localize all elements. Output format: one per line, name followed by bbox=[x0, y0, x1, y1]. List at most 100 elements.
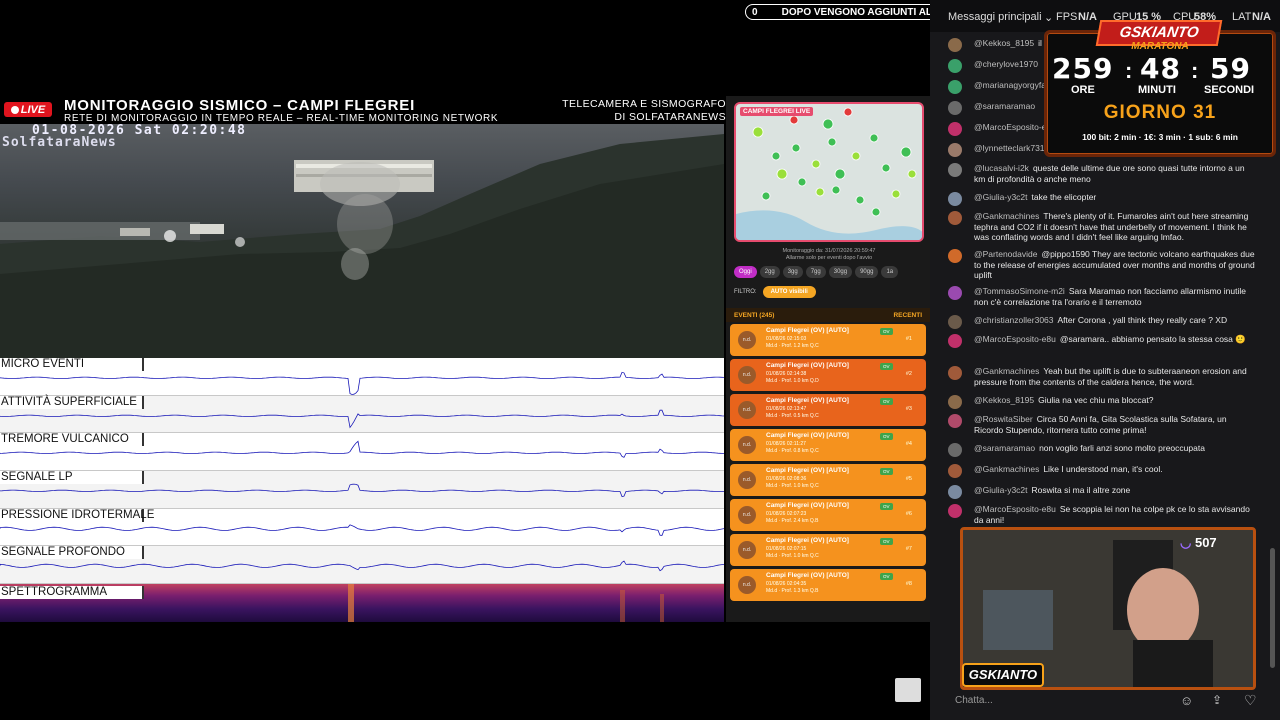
event-card[interactable]: n.d. Campi Flegrei (OV) [AUTO] 01/08/26 02… bbox=[730, 534, 926, 566]
avatar[interactable] bbox=[948, 443, 962, 457]
time-range-chip[interactable]: 90gg bbox=[855, 266, 879, 278]
epicenter-marker[interactable] bbox=[851, 151, 861, 161]
avatar[interactable] bbox=[948, 38, 962, 52]
avatar[interactable] bbox=[948, 315, 962, 329]
chat-mode-dropdown[interactable]: Messaggi principali bbox=[948, 11, 1042, 23]
chat-username[interactable]: @Partenodavide bbox=[974, 249, 1037, 259]
ov-badge: OV bbox=[880, 503, 893, 510]
epicenter-marker[interactable] bbox=[815, 187, 825, 197]
chat-username[interactable]: @Gankmachines bbox=[974, 464, 1039, 474]
epicenter-marker[interactable] bbox=[855, 195, 865, 205]
avatar[interactable] bbox=[948, 485, 962, 499]
chat-message: @Gankmachines Yeah but the uplift is due … bbox=[948, 366, 1258, 387]
epicenter-marker[interactable] bbox=[822, 118, 834, 130]
epicenter-marker[interactable] bbox=[843, 107, 853, 117]
event-card[interactable]: n.d. Campi Flegrei (OV) [AUTO] 01/08/26 02… bbox=[730, 359, 926, 391]
chat-text: Giulia na vec chiu ma bloccat? bbox=[1038, 395, 1154, 405]
chat-username[interactable]: @RoswitaSiber bbox=[974, 414, 1033, 424]
event-title: Campi Flegrei (OV) [AUTO] bbox=[766, 362, 849, 369]
chat-username[interactable]: @saramaramao bbox=[974, 101, 1035, 111]
chat-username[interactable]: @MarcoEsposito-e8u bbox=[974, 334, 1056, 344]
avatar[interactable] bbox=[948, 143, 962, 157]
event-card[interactable]: n.d. Campi Flegrei (OV) [AUTO] 01/08/26 02… bbox=[730, 324, 926, 356]
auto-visible-button[interactable]: AUTO visibili bbox=[762, 286, 816, 298]
time-range-chip[interactable]: 3gg bbox=[782, 266, 803, 278]
epicenter-marker[interactable] bbox=[831, 185, 841, 195]
chat-username[interactable]: @MarcoEsposito-e8u bbox=[974, 504, 1056, 514]
magnitude-icon: n.d. bbox=[738, 331, 756, 349]
chevron-down-icon[interactable]: ⌄ bbox=[1044, 11, 1053, 24]
chat-username[interactable]: @Kekkos_8195 bbox=[974, 395, 1034, 405]
epicenter-marker[interactable] bbox=[771, 151, 781, 161]
epicenter-marker[interactable] bbox=[881, 163, 891, 173]
chat-username[interactable]: @Gankmachines bbox=[974, 366, 1039, 376]
avatar[interactable] bbox=[948, 59, 962, 73]
avatar[interactable] bbox=[948, 366, 962, 380]
time-range-chip[interactable]: 7gg bbox=[805, 266, 826, 278]
chat-username[interactable]: @Kekkos_8195 bbox=[974, 38, 1034, 48]
time-range-chip[interactable]: 30gg bbox=[828, 266, 853, 278]
avatar[interactable] bbox=[948, 101, 962, 115]
avatar[interactable] bbox=[948, 211, 962, 225]
chat-username[interactable]: @saramaramao bbox=[974, 443, 1035, 453]
epicenter-marker[interactable] bbox=[869, 133, 879, 143]
event-card[interactable]: n.d. Campi Flegrei (OV) [AUTO] 01/08/26 02… bbox=[730, 464, 926, 496]
magnitude-icon: n.d. bbox=[738, 576, 756, 594]
epicenter-marker[interactable] bbox=[891, 189, 901, 199]
epicenter-marker[interactable] bbox=[797, 177, 807, 187]
chat-username[interactable]: @TommasoSimone-m2i bbox=[974, 286, 1065, 296]
chat-username[interactable]: @lynnetteclark731 bbox=[974, 143, 1045, 153]
time-range-chip[interactable]: 2gg bbox=[759, 266, 780, 278]
recent-sort-button[interactable]: RECENTI bbox=[893, 312, 922, 319]
epicenter-marker[interactable] bbox=[827, 137, 837, 147]
avatar[interactable] bbox=[948, 122, 962, 136]
event-card[interactable]: n.d. Campi Flegrei (OV) [AUTO] 01/08/26 02… bbox=[730, 499, 926, 531]
epicenter-marker[interactable] bbox=[776, 168, 788, 180]
epicenter-marker[interactable] bbox=[789, 115, 799, 125]
avatar[interactable] bbox=[948, 395, 962, 409]
map-note-line1: Monitoraggio da: 31/07/2026 20:59:47 bbox=[782, 248, 876, 254]
avatar[interactable] bbox=[948, 80, 962, 94]
time-range-chip[interactable]: 1a bbox=[881, 266, 899, 278]
epicenter-marker[interactable] bbox=[834, 168, 846, 180]
event-number: #5 bbox=[905, 476, 912, 482]
time-range-chip[interactable]: Oggi bbox=[734, 266, 757, 278]
event-card[interactable]: n.d. Campi Flegrei (OV) [AUTO] 01/08/26 02… bbox=[730, 429, 926, 461]
event-title: Campi Flegrei (OV) [AUTO] bbox=[766, 432, 849, 439]
epicenter-marker[interactable] bbox=[811, 159, 821, 169]
avatar[interactable] bbox=[948, 464, 962, 478]
chat-username[interactable]: @lucasalvi-i2k bbox=[974, 163, 1029, 173]
timer-hours: 259 bbox=[1052, 52, 1114, 85]
avatar[interactable] bbox=[948, 192, 962, 206]
epicenter-marker[interactable] bbox=[791, 143, 801, 153]
avatar[interactable] bbox=[948, 334, 962, 348]
chat-scrollbar[interactable] bbox=[1270, 548, 1275, 668]
share-icon[interactable]: ⇪ bbox=[1212, 693, 1222, 707]
avatar[interactable] bbox=[948, 504, 962, 518]
heart-icon[interactable]: ♡ bbox=[1244, 692, 1257, 709]
chat-username[interactable]: @marianagyorgyfa bbox=[974, 80, 1046, 90]
event-card[interactable]: n.d. Campi Flegrei (OV) [AUTO] 01/08/26 02… bbox=[730, 569, 926, 601]
avatar[interactable] bbox=[948, 249, 962, 263]
epicenter-marker[interactable] bbox=[752, 126, 764, 138]
epicenter-marker[interactable] bbox=[761, 191, 771, 201]
event-magnitude: Md.d · Prof. 1.0 km Q.C bbox=[766, 552, 819, 559]
chat-username[interactable]: @Giulia-y3c2t bbox=[974, 192, 1028, 202]
epicenter-marker[interactable] bbox=[907, 169, 917, 179]
lat-value: N/A bbox=[1252, 11, 1271, 23]
epicenter-marker[interactable] bbox=[871, 207, 881, 217]
avatar[interactable] bbox=[948, 286, 962, 300]
chat-username[interactable]: @christianzoller3063 bbox=[974, 315, 1054, 325]
avatar[interactable] bbox=[948, 414, 962, 428]
chat-username[interactable]: @cherylove1970 bbox=[974, 59, 1038, 69]
epicenter-map[interactable]: CAMPI FLEGREI LIVE bbox=[734, 102, 924, 242]
chat-input[interactable]: Chatta... bbox=[944, 690, 1274, 712]
event-card[interactable]: n.d. Campi Flegrei (OV) [AUTO] 01/08/26 02… bbox=[730, 394, 926, 426]
epicenter-marker[interactable] bbox=[900, 146, 912, 158]
chat-username[interactable]: @Giulia-y3c2t bbox=[974, 485, 1028, 495]
avatar[interactable] bbox=[948, 163, 962, 177]
chat-text: After Corona , yall think they really ca… bbox=[1057, 315, 1228, 325]
fps-value: N/A bbox=[1078, 11, 1097, 23]
emoji-icon[interactable]: ☺ bbox=[1180, 693, 1193, 708]
chat-username[interactable]: @Gankmachines bbox=[974, 211, 1039, 221]
